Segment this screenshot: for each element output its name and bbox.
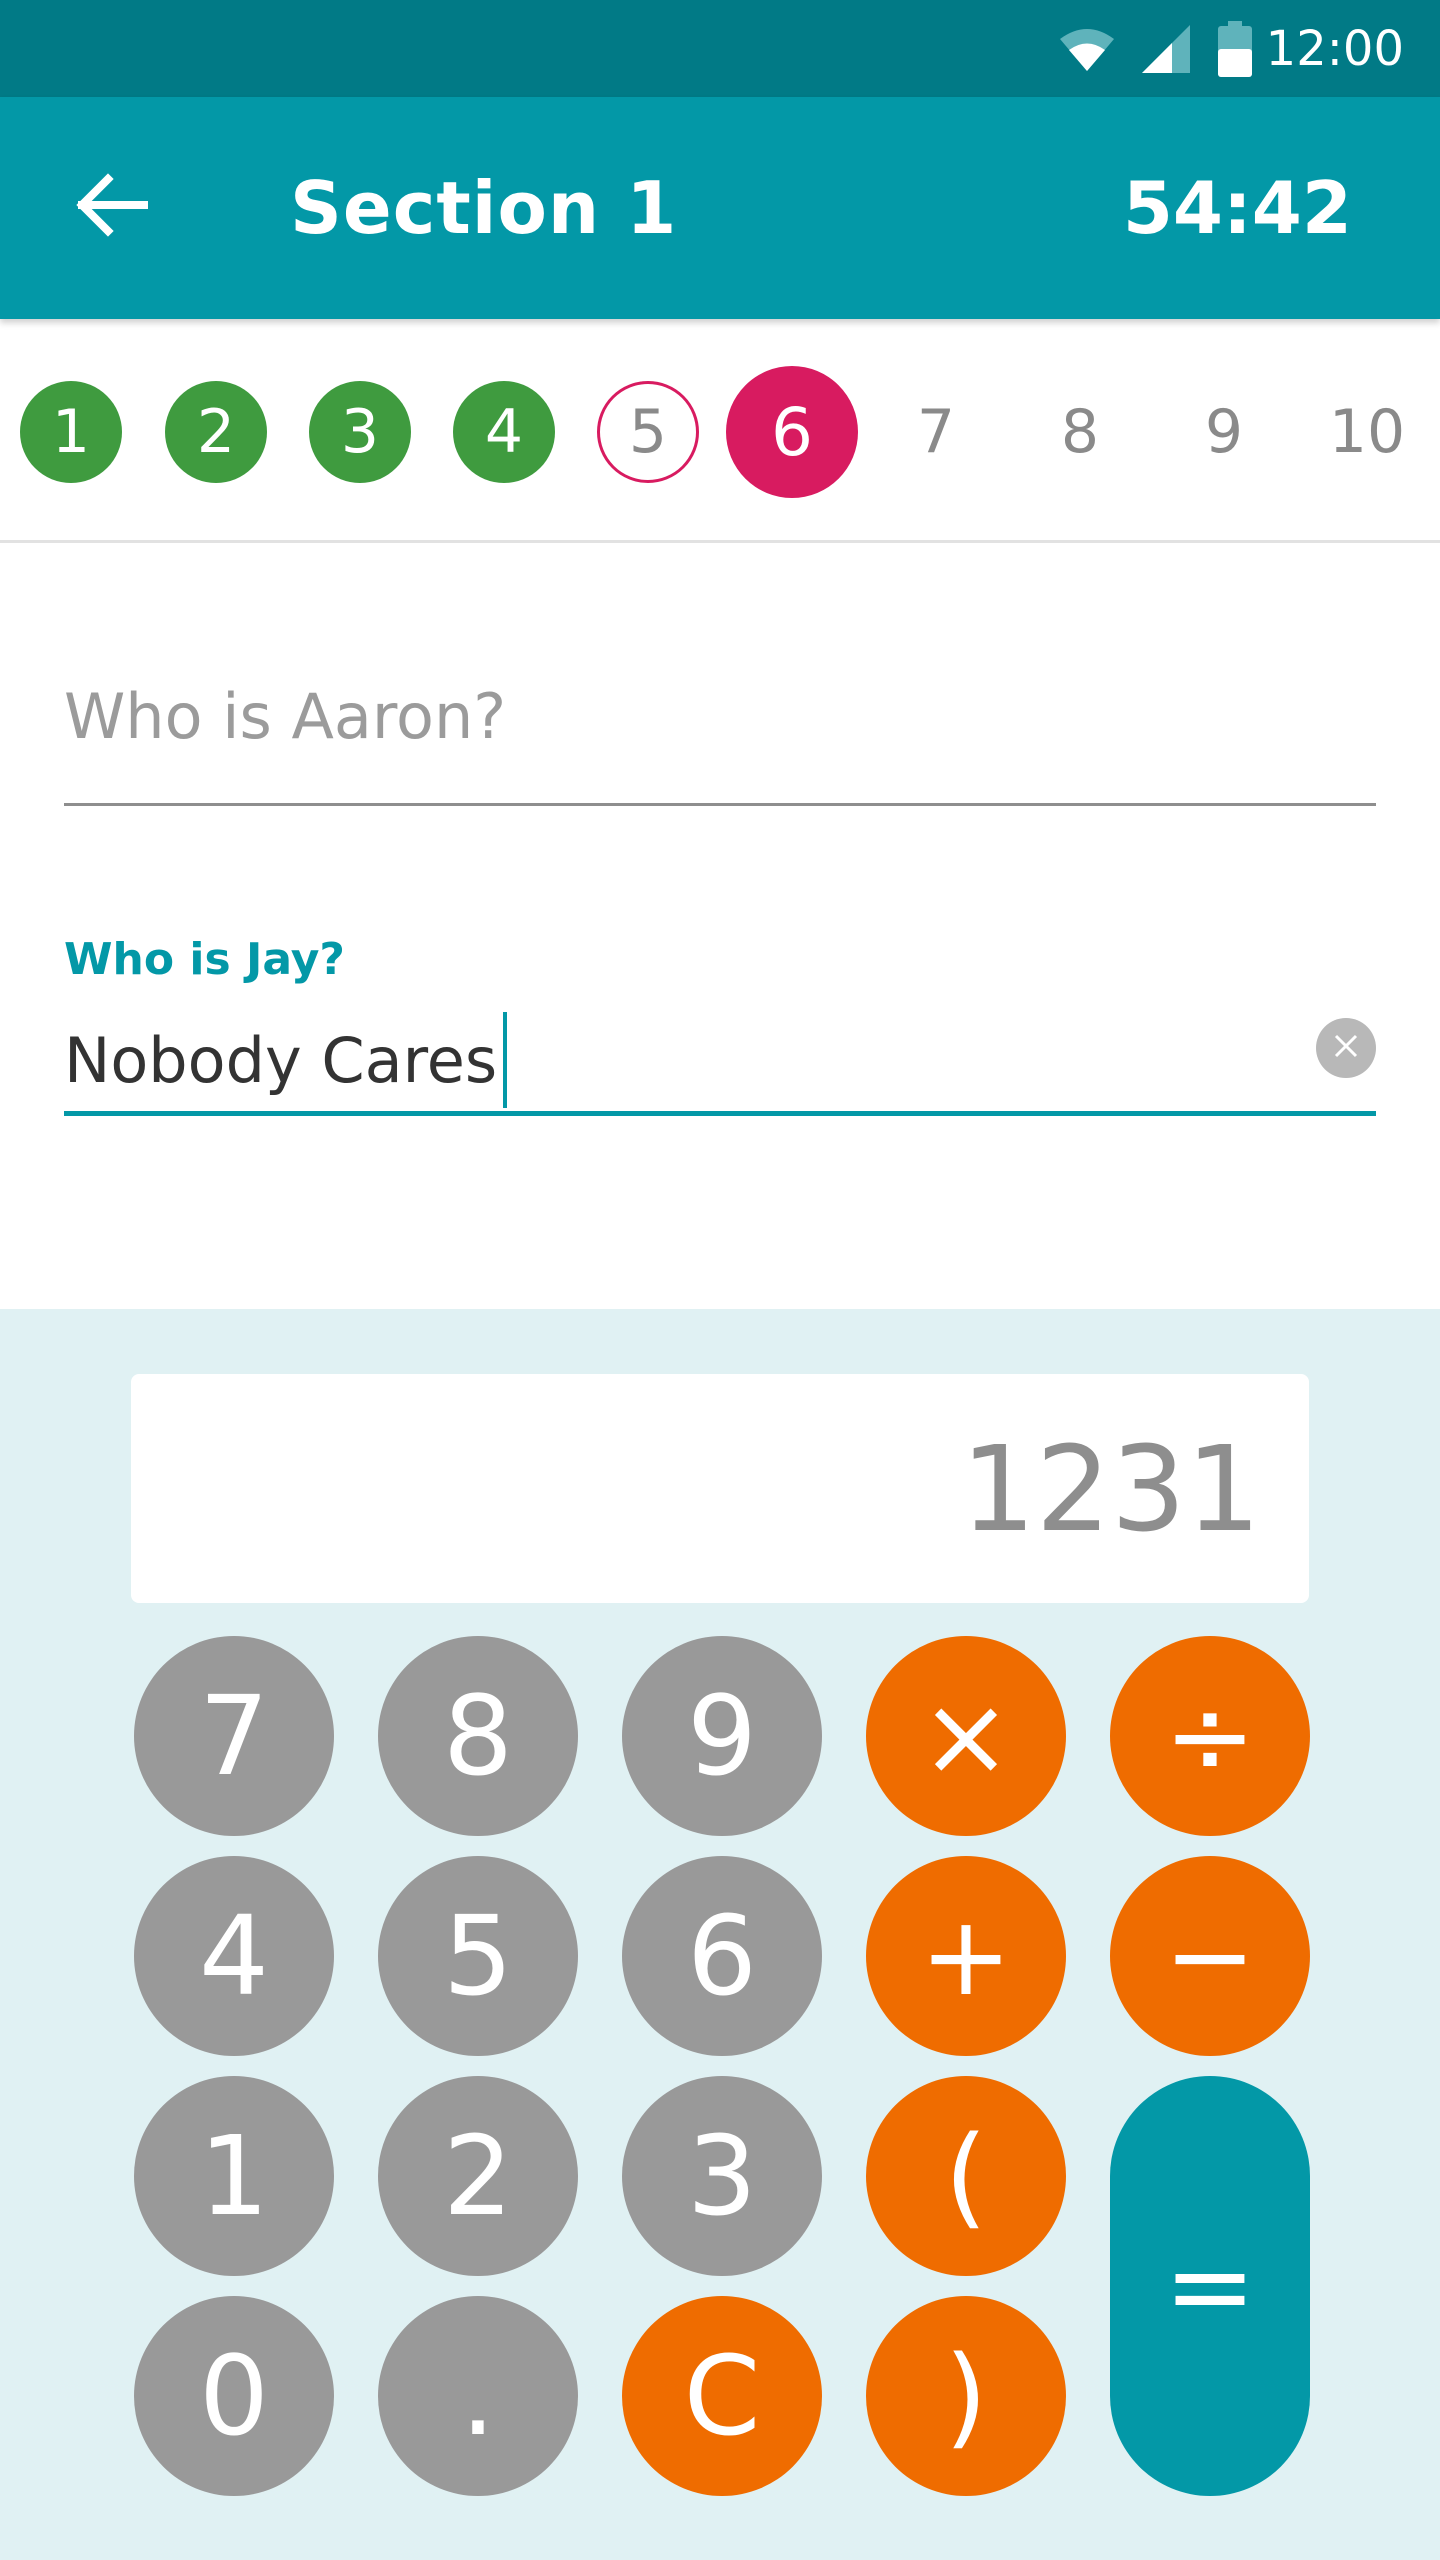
- key-7[interactable]: 7: [134, 1636, 334, 1836]
- key-6[interactable]: 6: [622, 1856, 822, 2056]
- key-2[interactable]: 2: [378, 2076, 578, 2276]
- question-nav-2[interactable]: 2: [165, 381, 267, 483]
- jay-answer-label: Who is Jay?: [64, 934, 345, 985]
- calculator-panel: 1231 7 8 9 × ÷ 4 5 6 + − 1 2 3 ( = 0 . C…: [0, 1309, 1440, 2560]
- question-nav-4[interactable]: 4: [453, 381, 555, 483]
- status-icons: [1058, 20, 1252, 77]
- wifi-icon: [1058, 25, 1116, 73]
- clear-label: C: [683, 2332, 761, 2460]
- clear-circle-icon: [1333, 1033, 1359, 1063]
- question-nav-8[interactable]: 8: [1029, 381, 1131, 483]
- plus-button[interactable]: +: [866, 1856, 1066, 2056]
- key-7-label: 7: [199, 1672, 269, 1800]
- back-button[interactable]: [64, 159, 160, 255]
- question-nav-10[interactable]: 10: [1316, 381, 1418, 483]
- question-nav-7[interactable]: 7: [885, 381, 987, 483]
- key-3-label: 3: [687, 2112, 757, 2240]
- key-1-label: 1: [199, 2112, 269, 2240]
- cell-signal-icon: [1141, 24, 1192, 73]
- app-bar: Section 1 54:42: [0, 97, 1440, 319]
- key-3[interactable]: 3: [622, 2076, 822, 2276]
- question-nav-6[interactable]: 6: [726, 366, 858, 498]
- battery-icon: [1217, 20, 1252, 77]
- key-0[interactable]: 0: [134, 2296, 334, 2496]
- open-paren-label: (: [944, 2112, 988, 2240]
- key-4-label: 4: [199, 1892, 269, 2020]
- question-navigator: 1 2 3 4 5 6 7 8 9 10: [0, 319, 1440, 543]
- question-nav-1[interactable]: 1: [20, 381, 122, 483]
- text-caret: [503, 1012, 508, 1108]
- arrow-left-icon: [76, 173, 148, 241]
- status-bar: 12:00: [0, 0, 1440, 97]
- question-nav-5[interactable]: 5: [597, 381, 699, 483]
- close-paren-button[interactable]: ): [866, 2296, 1066, 2496]
- equals-label: =: [1163, 2222, 1257, 2350]
- jay-answer-field[interactable]: Who is Jay? Nobody Cares: [64, 930, 1376, 1116]
- multiply-button[interactable]: ×: [866, 1636, 1066, 1836]
- key-2-label: 2: [443, 2112, 513, 2240]
- key-6-label: 6: [687, 1892, 757, 2020]
- key-9[interactable]: 9: [622, 1636, 822, 1836]
- key-0-label: 0: [199, 2332, 269, 2460]
- aaron-answer-placeholder: Who is Aaron?: [64, 680, 507, 753]
- key-9-label: 9: [687, 1672, 757, 1800]
- page-title: Section 1: [290, 166, 678, 250]
- key-8-label: 8: [443, 1672, 513, 1800]
- clear-input-button[interactable]: [1316, 1018, 1376, 1078]
- jay-answer-value-wrap[interactable]: Nobody Cares: [64, 1012, 508, 1108]
- clear-button[interactable]: C: [622, 2296, 822, 2496]
- minus-label: −: [1163, 1892, 1257, 2020]
- question-nav-9[interactable]: 9: [1173, 381, 1275, 483]
- equals-button[interactable]: =: [1110, 2076, 1310, 2496]
- calculator-display: 1231: [131, 1374, 1309, 1603]
- decimal-label: .: [460, 2332, 496, 2460]
- divide-label: ÷: [1163, 1672, 1257, 1800]
- close-paren-label: ): [944, 2332, 988, 2460]
- aaron-answer-field[interactable]: Who is Aaron?: [64, 660, 1376, 806]
- open-paren-button[interactable]: (: [866, 2076, 1066, 2276]
- minus-button[interactable]: −: [1110, 1856, 1310, 2056]
- key-8[interactable]: 8: [378, 1636, 578, 1836]
- status-time: 12:00: [1265, 20, 1404, 77]
- key-5[interactable]: 5: [378, 1856, 578, 2056]
- decimal-button[interactable]: .: [378, 2296, 578, 2496]
- plus-label: +: [919, 1892, 1013, 2020]
- multiply-label: ×: [919, 1672, 1013, 1800]
- question-nav-3[interactable]: 3: [309, 381, 411, 483]
- key-4[interactable]: 4: [134, 1856, 334, 2056]
- countdown-timer: 54:42: [1122, 166, 1352, 250]
- key-5-label: 5: [443, 1892, 513, 2020]
- jay-answer-value: Nobody Cares: [64, 1023, 498, 1097]
- divide-button[interactable]: ÷: [1110, 1636, 1310, 1836]
- key-1[interactable]: 1: [134, 2076, 334, 2276]
